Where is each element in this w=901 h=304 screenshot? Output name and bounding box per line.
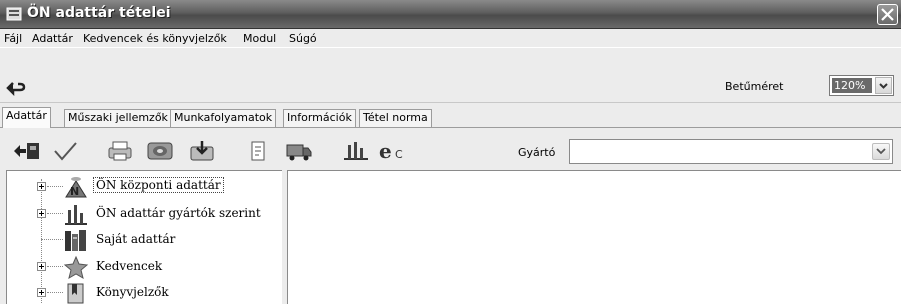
menu-adattar[interactable]: Adattár (32, 32, 73, 45)
details-pane (287, 170, 901, 304)
chevron-down-icon (876, 148, 886, 155)
disk-icon (147, 142, 173, 160)
on-central-icon: N (65, 177, 87, 198)
title-bar: ÖN adattár tételei (0, 0, 901, 29)
tab-informaciok[interactable]: Információk (283, 109, 356, 127)
fontsize-value: 120% (832, 78, 872, 93)
import-icon (190, 141, 214, 161)
tree-item-own-repository[interactable]: Saját adattár (7, 227, 283, 253)
tab-strip: Adattár Műszaki jellemzők Munkafolyamato… (0, 107, 901, 128)
tree-item-on-central[interactable]: N ÖN központi adattár (7, 174, 283, 200)
tree-item-label: Saját adattár (96, 232, 176, 246)
manufacturer-select[interactable] (569, 139, 893, 164)
tree-item-bookmarks[interactable]: Könyvjelzők (7, 280, 283, 304)
import-button[interactable] (185, 134, 219, 168)
chevron-down-icon (879, 83, 888, 89)
manufacturer-dropdown-button[interactable] (872, 143, 890, 160)
svg-text:N: N (70, 185, 79, 198)
print-button[interactable] (103, 134, 137, 168)
window-title: ÖN adattár tételei (27, 5, 171, 21)
expand-icon[interactable] (37, 209, 46, 218)
fontsize-label: Betűméret (725, 80, 784, 93)
expand-icon[interactable] (37, 182, 46, 191)
bookmark-icon (67, 283, 84, 304)
close-icon (881, 8, 894, 21)
app-icon (6, 7, 22, 21)
factory-icon (344, 142, 368, 160)
document-button[interactable] (241, 134, 275, 168)
tab-munkafolyamatok[interactable]: Munkafolyamatok (170, 109, 277, 127)
tree-connector (47, 213, 63, 214)
books-icon (65, 230, 86, 251)
truck-icon (286, 144, 312, 161)
svg-text:C: C (395, 148, 403, 161)
expand-icon[interactable] (37, 288, 46, 297)
tree-connector (47, 186, 63, 187)
menu-help[interactable]: Súgó (289, 32, 317, 45)
manufacturers-button[interactable] (339, 134, 373, 168)
factory-icon (65, 205, 87, 225)
svg-text:e: e (379, 139, 392, 163)
menu-file[interactable]: Fájl (4, 32, 22, 45)
menu-bar: Fájl Adattár Kedvencek és könyvjelzők Mo… (0, 29, 901, 47)
star-icon (63, 255, 89, 279)
tree-item-manufacturers[interactable]: ÖN adattár gyártók szerint (7, 201, 283, 227)
tree-item-label: ÖN adattár gyártók szerint (96, 206, 261, 220)
open-item-icon (14, 143, 39, 159)
tree-item-label: Kedvencek (96, 259, 163, 273)
tree-connector (41, 239, 63, 240)
tab-tetel-norma[interactable]: Tétel norma (359, 109, 432, 127)
expand-icon[interactable] (37, 262, 46, 271)
tree-item-label: Könyvjelzők (96, 285, 169, 299)
tree-connector (47, 266, 63, 267)
tab-adattar[interactable]: Adattár (2, 107, 51, 128)
repository-tree[interactable]: N ÖN központi adattár ÖN adattár gyártók… (6, 170, 284, 304)
confirm-button[interactable] (48, 134, 82, 168)
manufacturer-label: Gyártó (518, 146, 556, 159)
browser-button[interactable]: e C (375, 134, 409, 168)
close-button[interactable] (877, 4, 898, 25)
main-toolbar (0, 47, 901, 103)
truck-button[interactable] (282, 134, 316, 168)
disk-button[interactable] (143, 134, 177, 168)
checkmark-icon (54, 142, 77, 161)
back-arrow-icon (6, 82, 26, 97)
back-button[interactable] (6, 80, 28, 98)
open-item-button[interactable] (10, 134, 44, 168)
printer-icon (108, 141, 132, 161)
document-icon (251, 141, 265, 161)
fontsize-select[interactable]: 120% (829, 75, 894, 96)
tree-item-label: ÖN központi adattár (93, 177, 224, 193)
menu-module[interactable]: Modul (243, 32, 276, 45)
tree-item-favorites[interactable]: Kedvencek (7, 254, 283, 280)
fontsize-dropdown-button[interactable] (875, 77, 892, 94)
menu-favorites-bookmarks[interactable]: Kedvencek és könyvjelzők (83, 32, 227, 45)
browser-icon: e C (379, 139, 403, 163)
tree-connector (47, 292, 63, 293)
tab-muszaki-jellemzok[interactable]: Műszaki jellemzők (64, 109, 172, 127)
